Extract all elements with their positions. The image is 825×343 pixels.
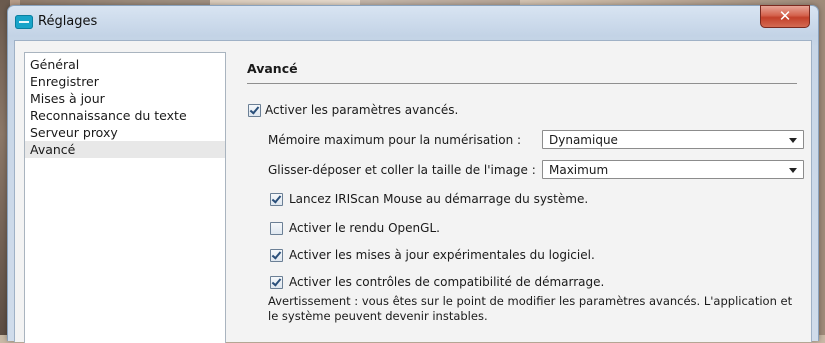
warning-text: Avertissement : vous êtes sur le point d…: [268, 294, 793, 323]
nav-item-save[interactable]: Enregistrer: [25, 73, 225, 90]
max-memory-dropdown[interactable]: Dynamique: [542, 130, 804, 149]
nav-item-updates[interactable]: Mises à jour: [25, 90, 225, 107]
app-icon: [15, 15, 33, 29]
max-memory-value: Dynamique: [549, 133, 618, 147]
opengl-checkbox[interactable]: [270, 222, 283, 235]
launch-at-startup-checkbox[interactable]: [270, 193, 283, 206]
settings-nav: Général Enregistrer Mises à jour Reconna…: [24, 52, 226, 343]
nav-item-proxy-server[interactable]: Serveur proxy: [25, 124, 225, 141]
enable-advanced-label: Activer les paramètres avancés.: [265, 103, 459, 117]
nav-item-general[interactable]: Général: [25, 56, 225, 73]
launch-at-startup-label: Lancez IRIScan Mouse au démarrage du sys…: [289, 192, 589, 206]
chevron-down-icon: [789, 138, 797, 143]
opengl-label: Activer le rendu OpenGL.: [289, 221, 440, 235]
enable-advanced-checkbox[interactable]: [248, 104, 261, 117]
close-button[interactable]: ✕: [760, 5, 810, 28]
nav-item-text-recognition[interactable]: Reconnaissance du texte: [25, 107, 225, 124]
settings-dialog: Réglages ✕ Général Enregistrer Mises à j…: [7, 5, 819, 343]
experimental-updates-checkbox[interactable]: [270, 249, 283, 262]
compatibility-checks-label: Activer les contrôles de compatibilité d…: [289, 275, 605, 289]
drag-drop-size-label: Glisser-déposer et coller la taille de l…: [268, 163, 536, 177]
chevron-down-icon: [789, 168, 797, 173]
drag-drop-size-value: Maximum: [549, 163, 609, 177]
section-divider: [247, 83, 797, 84]
section-title: Avancé: [247, 61, 298, 76]
close-icon: ✕: [778, 7, 792, 25]
compatibility-checks-checkbox[interactable]: [270, 276, 283, 289]
max-memory-label: Mémoire maximum pour la numérisation :: [268, 133, 522, 147]
drag-drop-size-dropdown[interactable]: Maximum: [542, 160, 804, 179]
experimental-updates-label: Activer les mises à jour expérimentales …: [289, 248, 595, 262]
advanced-panel: Avancé Activer les paramètres avancés. M…: [234, 41, 811, 342]
dialog-body: Général Enregistrer Mises à jour Reconna…: [14, 40, 812, 343]
window-title: Réglages: [38, 14, 98, 29]
title-bar[interactable]: Réglages ✕: [8, 5, 818, 40]
nav-item-advanced[interactable]: Avancé: [25, 141, 225, 158]
